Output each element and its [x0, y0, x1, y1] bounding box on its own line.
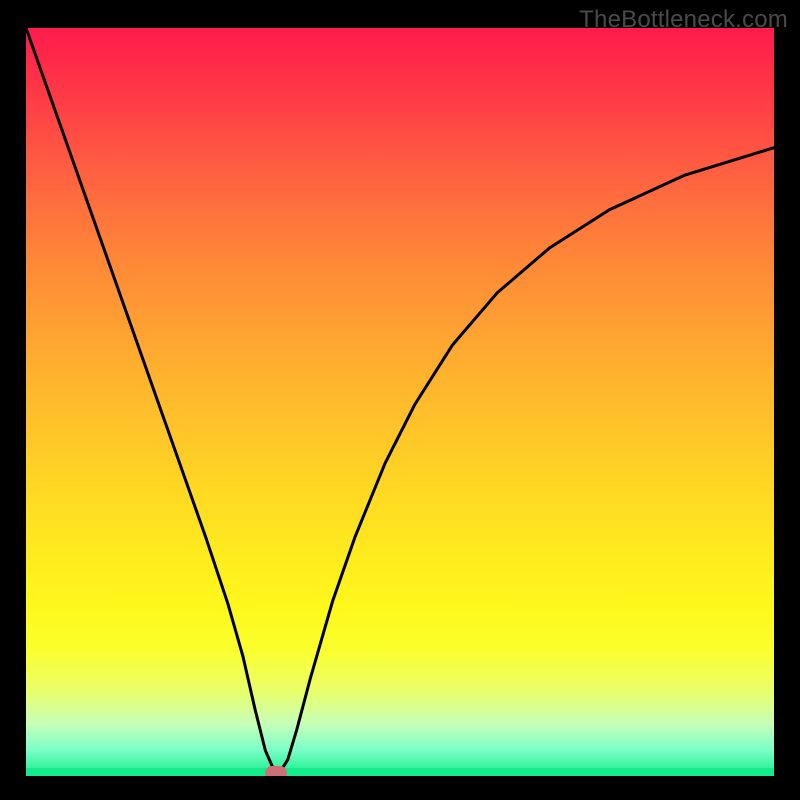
chart-frame: TheBottleneck.com: [0, 0, 800, 800]
plot-area: [26, 28, 774, 776]
watermark-text: TheBottleneck.com: [579, 6, 788, 34]
optimal-point-marker: [265, 766, 287, 776]
bottleneck-curve: [26, 28, 774, 776]
